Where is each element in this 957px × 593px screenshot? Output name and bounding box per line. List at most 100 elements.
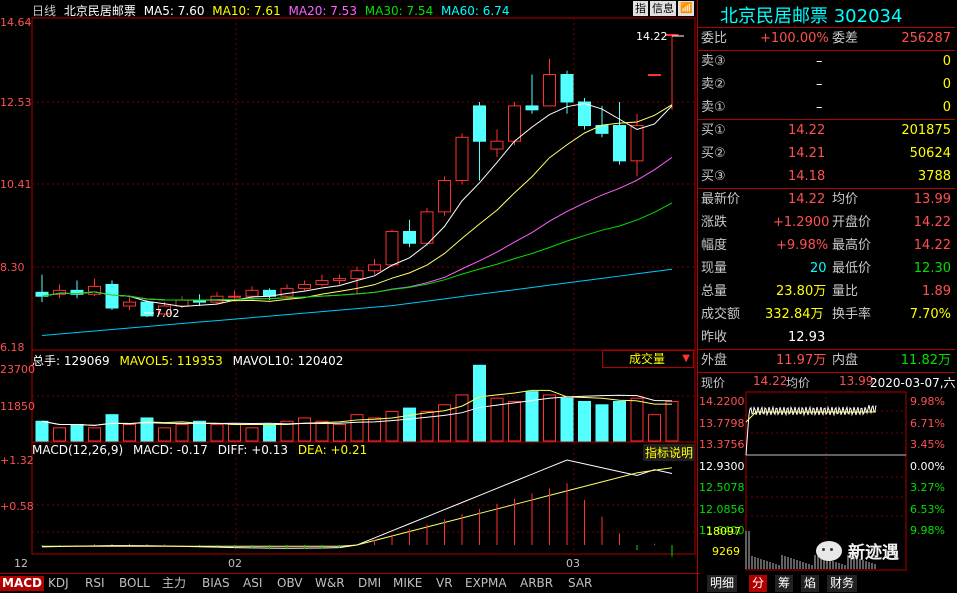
- volume-bar: [210, 424, 224, 442]
- info-button[interactable]: 信息: [650, 1, 676, 16]
- volume-bar: [595, 404, 609, 442]
- tab-flame[interactable]: 焰: [801, 575, 820, 592]
- volume-bar: [455, 394, 469, 442]
- candle-body: [105, 283, 119, 309]
- macd-value: MACD: -0.17: [132, 443, 208, 457]
- date-axis-mar: 03: [566, 557, 580, 570]
- macd-lines: [41, 459, 673, 557]
- ma60-label: MA60: 6.74: [441, 4, 510, 18]
- ma30-label: MA30: 7.54: [364, 4, 434, 18]
- tab-expma[interactable]: EXPMA: [463, 576, 509, 591]
- tab-zhuli[interactable]: 主力: [160, 576, 188, 591]
- tab-minute[interactable]: 分: [749, 575, 768, 592]
- tab-sar[interactable]: SAR: [566, 576, 594, 591]
- tab-obv[interactable]: OBV: [275, 576, 305, 591]
- candle-body: [350, 270, 364, 280]
- tab-wr[interactable]: W&R: [313, 576, 347, 591]
- tab-vr[interactable]: VR: [434, 576, 455, 591]
- candle-body: [525, 105, 539, 111]
- signal-icon[interactable]: 📶: [678, 1, 695, 16]
- tab-bias[interactable]: BIAS: [200, 576, 232, 591]
- tab-detail[interactable]: 明细: [707, 575, 738, 592]
- moving-averages: [41, 103, 673, 336]
- candle-body: [280, 287, 294, 297]
- volume-bar: [53, 427, 66, 442]
- candle-body: [613, 125, 626, 162]
- volume-bar: [315, 420, 329, 442]
- volume-bar: [193, 420, 206, 442]
- indicator-selector-label: 成交量: [629, 352, 666, 366]
- tab-rsi[interactable]: RSI: [83, 576, 107, 591]
- tab-finance[interactable]: 财务: [827, 575, 858, 592]
- stat-row: 现量 20 最低价 12.30: [701, 261, 951, 276]
- weibi-label: 委比: [701, 31, 728, 46]
- date-axis-feb: 02: [228, 557, 242, 570]
- volume-bar: [508, 401, 521, 442]
- intraday-vol-axis-top: 18097: [706, 525, 741, 538]
- candle-body: [175, 299, 189, 307]
- macd-axis-mid: +0.58: [0, 500, 34, 513]
- tab-macd[interactable]: MACD: [0, 576, 44, 591]
- chat-bubble-icon: [816, 540, 842, 561]
- prev-close-label: 昨收: [701, 330, 728, 345]
- candle-body: [578, 101, 591, 127]
- ma20-label: MA20: 7.53: [288, 4, 357, 18]
- volume-bar: [385, 410, 399, 442]
- price-axis-3: 10.41: [0, 178, 32, 191]
- tab-arbr[interactable]: ARBR: [518, 576, 555, 591]
- ask-row: 卖③ – 0: [701, 54, 951, 69]
- pointer-button[interactable]: 指: [633, 1, 648, 16]
- volume-bar: [70, 424, 84, 442]
- volume-bar: [543, 394, 556, 442]
- ma10-label: MA10: 7.61: [212, 4, 281, 18]
- tab-kdj[interactable]: KDJ: [46, 576, 71, 591]
- tab-asi[interactable]: ASI: [241, 576, 264, 591]
- date-axis-dec: 12: [14, 557, 28, 570]
- candle-body: [245, 289, 259, 297]
- candle-body: [455, 136, 469, 181]
- volume-axis-top: 23700: [0, 363, 35, 376]
- tab-mike[interactable]: MIKE: [391, 576, 424, 591]
- volume-total: 总手: 129069: [32, 354, 110, 368]
- inner-value: 11.82万: [900, 353, 951, 368]
- tab-boll[interactable]: BOLL: [117, 576, 152, 591]
- price-axis-top: 14.64: [0, 16, 32, 29]
- bid-row: 买③ 14.18 3788: [701, 169, 951, 184]
- stat-row: 最新价 14.22 均价 13.99: [701, 192, 951, 207]
- volume-bar: [560, 397, 574, 442]
- candle-body: [123, 301, 136, 307]
- volume-bar: [648, 414, 661, 442]
- tab-dmi[interactable]: DMI: [356, 576, 383, 591]
- prev-close-value: 12.93: [788, 330, 826, 345]
- volume-bar: [158, 427, 171, 442]
- prev-close-row: 昨收 12.93: [698, 326, 955, 349]
- volume-bar: [333, 424, 346, 442]
- indicator-selector[interactable]: 成交量 ▼: [602, 350, 694, 368]
- indicator-help-button[interactable]: 指标说明: [643, 444, 696, 461]
- candle-body: [490, 140, 504, 150]
- price-axis-2: 12.53: [0, 96, 32, 109]
- volume-bar: [525, 391, 539, 442]
- volume-bar: [403, 407, 416, 442]
- outer-value: 11.97万: [776, 353, 827, 368]
- candle-body: [315, 280, 329, 285]
- candle-body: [560, 74, 574, 103]
- candle-body: [385, 230, 399, 266]
- candle-body: [333, 278, 346, 282]
- volume-bar: [245, 427, 259, 442]
- kline-chart[interactable]: 14.22 7.02 日线 北京民居邮票 MA5: 7.60 MA10: 7.6…: [0, 0, 697, 573]
- watermark: 新迹遇: [816, 538, 899, 563]
- kline-svg: 14.22 7.02: [31, 17, 696, 557]
- candle-body: [368, 264, 381, 272]
- candle-body: [543, 74, 556, 107]
- candle-body: [140, 301, 154, 317]
- candle-body: [630, 125, 644, 162]
- candle-body: [473, 105, 486, 142]
- volume-bar: [420, 410, 434, 442]
- volume-bar: [263, 424, 276, 442]
- dea-line: [42, 467, 673, 547]
- tab-chip[interactable]: 筹: [775, 575, 794, 592]
- intraday-now: 14.22: [753, 374, 788, 388]
- price-axis-bottom: 6.18: [0, 341, 25, 354]
- weicha-value: 256287: [901, 31, 951, 46]
